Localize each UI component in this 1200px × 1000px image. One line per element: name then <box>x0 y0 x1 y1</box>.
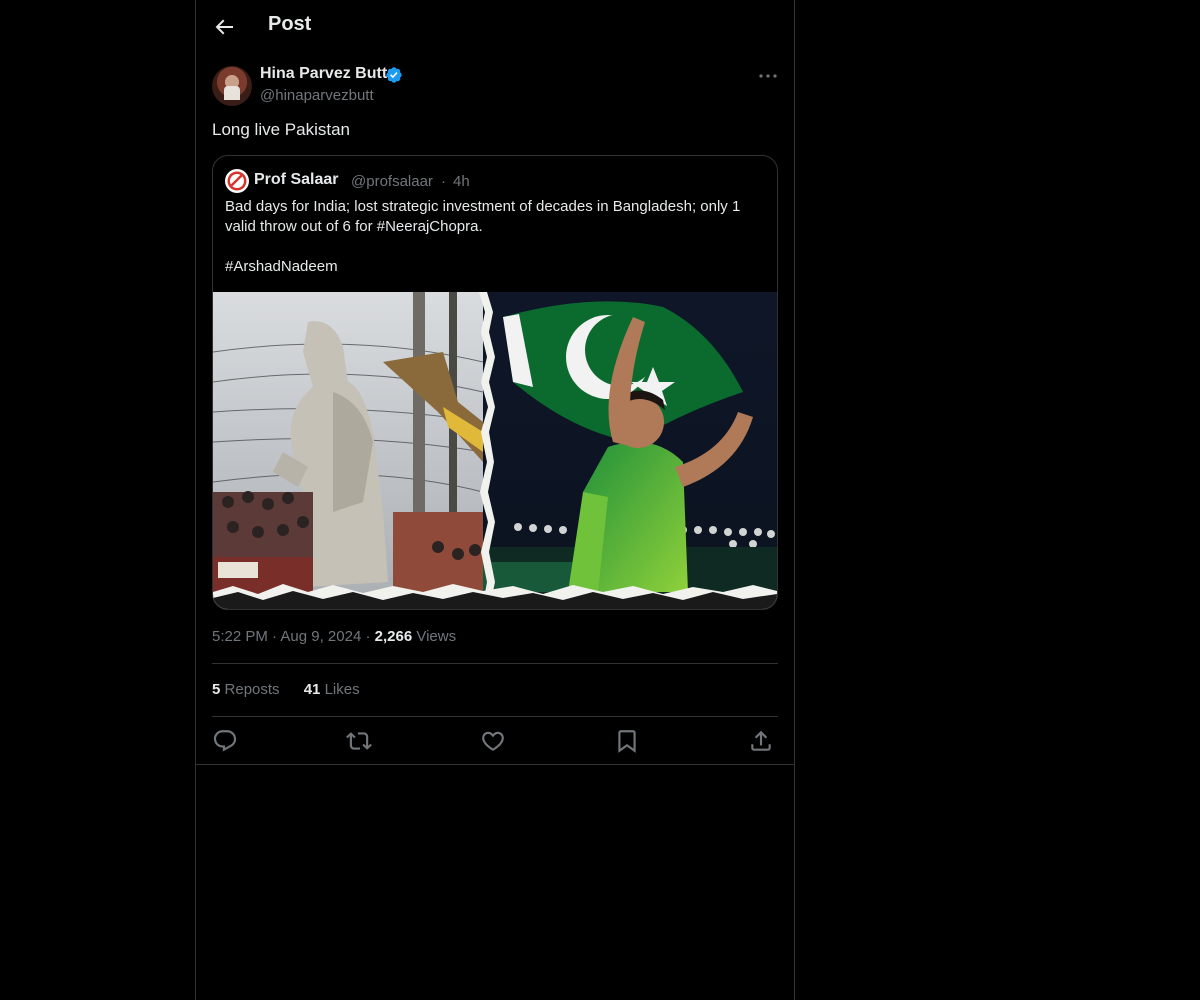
views-count: 2,266 <box>374 628 413 645</box>
post-date[interactable]: Aug 9, 2024 <box>280 628 361 645</box>
post-meta: 5:22 PM · Aug 9, 2024 · 2,266 Views <box>212 628 456 645</box>
quoted-text: Bad days for India; lost strategic inves… <box>225 197 765 277</box>
quoted-post-header: Prof Salaar @profsalaar · 4h <box>225 169 765 193</box>
avatar[interactable] <box>212 66 252 106</box>
views-label: Views <box>416 628 457 645</box>
quoted-media-image[interactable] <box>213 292 777 610</box>
repost-icon[interactable] <box>346 728 372 754</box>
arrow-left-icon[interactable] <box>212 15 236 39</box>
page-title: Post <box>268 13 312 35</box>
quoted-avatar[interactable] <box>225 169 249 193</box>
author-handle[interactable]: @hinaparvezbutt <box>260 87 374 104</box>
reposts-count: 5 <box>212 681 221 698</box>
page-header: Post <box>196 0 794 54</box>
divider <box>212 663 778 664</box>
post-time[interactable]: 5:22 PM <box>212 628 268 645</box>
likes-label: Likes <box>324 681 360 698</box>
quoted-text-line: Bad days for India; lost strategic inves… <box>225 198 741 235</box>
hashtag-link[interactable]: #ArshadNadeem <box>225 257 765 277</box>
separator-dot: · <box>441 173 446 190</box>
verified-badge-icon[interactable] <box>385 66 403 84</box>
reply-icon[interactable] <box>212 728 238 754</box>
more-options-icon[interactable] <box>756 64 780 88</box>
post-stats: 5 Reposts 41 Likes <box>212 681 380 698</box>
bookmark-icon[interactable] <box>614 728 640 754</box>
reposts-label: Reposts <box>224 681 280 698</box>
quoted-time: 4h <box>453 173 470 190</box>
action-bar <box>212 728 778 754</box>
likes-count: 41 <box>303 681 321 698</box>
heart-icon[interactable] <box>480 728 506 754</box>
post-text: Long live Pakistan <box>212 120 350 139</box>
share-icon[interactable] <box>748 728 774 754</box>
likes-stat[interactable]: 41 Likes <box>304 681 360 698</box>
quoted-author-name[interactable]: Prof Salaar <box>254 171 338 189</box>
separator-dot: · <box>365 628 375 645</box>
reposts-stat[interactable]: 5 Reposts <box>212 681 280 698</box>
divider <box>212 716 778 717</box>
author-name[interactable]: Hina Parvez Butt <box>260 65 387 83</box>
post-author: Hina Parvez Butt @hinaparvezbutt <box>212 64 778 108</box>
post-column: Post Hina Parvez Butt @hinaparvezbutt Lo… <box>195 0 795 1000</box>
quoted-post[interactable]: Prof Salaar @profsalaar · 4h Bad days fo… <box>212 155 778 610</box>
quoted-author-handle[interactable]: @profsalaar <box>351 173 433 190</box>
divider <box>196 764 794 765</box>
